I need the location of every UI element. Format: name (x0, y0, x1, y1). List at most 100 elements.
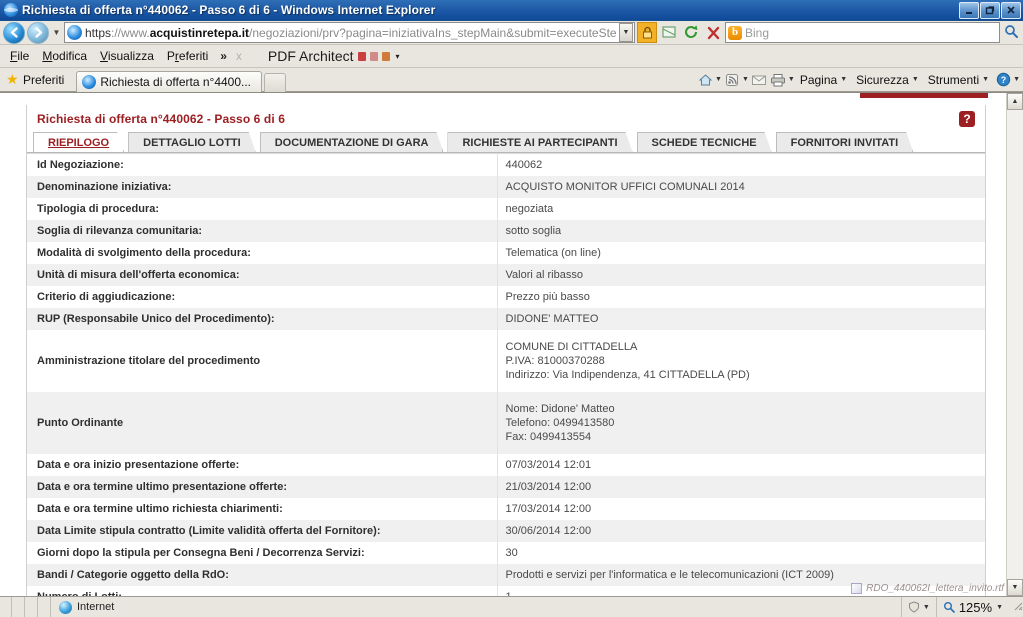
favorites-button[interactable]: ★ Preferiti (3, 72, 70, 88)
row-value-line: 30 (505, 547, 518, 559)
menu-item-file[interactable]: File (4, 47, 36, 66)
menu-visualizza-rest: isualizza (107, 48, 154, 63)
tab-favicon-icon (82, 74, 97, 89)
pagina-chevron-down-icon: ▼ (840, 76, 848, 83)
row-label: Soglia di rilevanza comunitaria: (27, 220, 498, 242)
pdf-architect-chevron-down-icon[interactable]: ▾ (396, 52, 400, 61)
search-placeholder: Bing (745, 25, 770, 40)
row-label: Amministrazione titolare del procediment… (27, 330, 498, 392)
row-label: Numero di Lotti: (27, 586, 498, 596)
row-value: 17/03/2014 12:00 (497, 498, 985, 520)
printer-chevron-down-icon[interactable]: ▼ (788, 76, 795, 83)
tab-richieste-ai-partecipanti[interactable]: RICHIESTE AI PARTECIPANTI (447, 132, 632, 152)
row-value-line: Indirizzo: Via Indipendenza, 41 CITTADEL… (505, 369, 750, 381)
page-help-icon[interactable]: ? (959, 111, 975, 127)
table-row: Data e ora termine ultimo presentazione … (27, 476, 985, 498)
download-notification[interactable]: RDO_440062I_lettera_invito.rtf (851, 583, 1004, 594)
recent-pages-chevron-down-icon[interactable]: ▼ (51, 23, 62, 43)
menu-item-visualizza[interactable]: Visualizza (94, 47, 161, 66)
browser-tab-label: Richiesta di offerta n°4400... (100, 74, 252, 89)
row-value: Prezzo più basso (497, 286, 985, 308)
help-chevron-down-icon[interactable]: ▼ (1013, 76, 1020, 83)
address-dropdown-chevron-down-icon[interactable]: ▼ (619, 23, 633, 42)
protected-mode-indicator[interactable]: ▼ (900, 597, 936, 617)
home-chevron-down-icon[interactable]: ▼ (715, 76, 722, 83)
help-icon[interactable]: ? (994, 72, 1012, 88)
menu-item-modifica[interactable]: Modifica (36, 47, 94, 66)
scrollbar-track[interactable] (1007, 110, 1023, 579)
tab-schede-tecniche[interactable]: SCHEDE TECNICHE (637, 132, 772, 152)
mail-icon[interactable] (750, 72, 768, 88)
row-label: Data e ora inizio presentazione offerte: (27, 454, 498, 476)
pdf-convert-icon[interactable] (357, 51, 366, 61)
refresh-icon[interactable] (681, 23, 701, 43)
page-content-container: Richiesta di offerta n°440062 - Passo 6 … (26, 105, 986, 596)
scroll-up-button[interactable]: ▲ (1007, 93, 1023, 110)
search-icon[interactable] (1002, 24, 1020, 41)
row-label: Giorni dopo la stipula per Consegna Beni… (27, 542, 498, 564)
pdf-create-icon[interactable] (369, 51, 378, 61)
tab-schede-tecniche-label: SCHEDE TECNICHE (651, 136, 757, 149)
menu-preferiti-rest: eferiti (178, 48, 209, 63)
resize-grip[interactable] (1009, 597, 1023, 617)
tab-documentazione-di-gara[interactable]: DOCUMENTAZIONE DI GARA (260, 132, 444, 152)
row-value-line: 30/06/2014 12:00 (505, 525, 592, 537)
url-path: /negoziazioni/prv?pagina=iniziativaIns_s… (249, 25, 616, 40)
menu-close-icon[interactable]: x (232, 49, 246, 63)
row-value-line: negoziata (505, 203, 554, 215)
page-favicon-icon (67, 25, 82, 40)
table-row: Bandi / Categorie oggetto della RdO: Prod… (27, 564, 985, 586)
row-label: Punto Ordinante (27, 392, 498, 454)
search-input[interactable]: b Bing (725, 22, 1000, 43)
rss-icon[interactable] (723, 72, 741, 88)
status-cell-1 (0, 597, 12, 617)
page-vertical-scrollbar[interactable]: ▲ ▼ (1006, 93, 1023, 596)
command-item-strumenti[interactable]: Strumenti ▼ (924, 72, 993, 88)
pdf-architect-toolbar[interactable]: PDF Architect ▾ (268, 48, 400, 64)
rtf-file-icon (851, 583, 863, 594)
new-tab-button[interactable] (264, 72, 287, 92)
status-cell-2 (12, 597, 25, 617)
menu-item-preferiti[interactable]: Preferiti (161, 47, 215, 66)
row-value: sotto soglia (497, 220, 985, 242)
stop-icon[interactable] (703, 23, 723, 43)
home-icon[interactable] (696, 72, 714, 88)
close-button[interactable] (1001, 1, 1021, 19)
security-zone[interactable]: Internet (51, 597, 901, 617)
command-item-sicurezza[interactable]: Sicurezza ▼ (852, 72, 923, 88)
table-row: Data Limite stipula contratto (Limite va… (27, 520, 985, 542)
zoom-control[interactable]: 125% ▼ (935, 597, 1009, 617)
back-button[interactable] (3, 21, 25, 44)
minimize-button[interactable] (959, 1, 979, 19)
web-page-content: Richiesta di offerta n°440062 - Passo 6 … (0, 93, 1006, 596)
row-label: Criterio di aggiudicazione: (27, 286, 498, 308)
shield-icon (908, 601, 919, 613)
row-value-line: Prodotti e servizi per l'informatica e l… (505, 569, 834, 581)
forward-button[interactable] (27, 21, 49, 44)
status-cell-3 (25, 597, 38, 617)
restore-button[interactable] (980, 1, 1000, 19)
pdf-edit-icon[interactable] (381, 51, 390, 61)
row-label: Data e ora termine ultimo presentazione … (27, 476, 498, 498)
command-item-pagina[interactable]: Pagina ▼ (796, 72, 851, 88)
row-label: Bandi / Categorie oggetto della RdO: (27, 564, 498, 586)
star-icon: ★ (6, 71, 19, 87)
summary-table-wrapper: Id Negoziazione: 440062 Denominazione iniz… (27, 153, 985, 596)
scroll-down-button[interactable]: ▼ (1007, 579, 1023, 596)
url-scheme: https (85, 25, 112, 40)
table-row: RUP (Responsabile Unico del Procedimento… (27, 308, 985, 330)
table-row: Amministrazione titolare del procediment… (27, 330, 985, 392)
rss-chevron-down-icon[interactable]: ▼ (742, 76, 749, 83)
browser-tab[interactable]: Richiesta di offerta n°4400... (76, 70, 263, 92)
tab-dettaglio-lotti[interactable]: DETTAGLIO LOTTI (128, 132, 256, 152)
menu-overflow-icon[interactable]: » (215, 49, 232, 63)
printer-icon[interactable] (769, 72, 787, 88)
compatibility-view-icon[interactable] (659, 23, 679, 43)
address-input[interactable]: https://www.acquistinretepa.it/negoziazi… (64, 22, 635, 43)
tab-riepilogo[interactable]: RIEPILOGO (33, 132, 124, 152)
row-label: Tipologia di procedura: (27, 198, 498, 220)
tab-fornitori-invitati[interactable]: FORNITORI INVITATI (776, 132, 914, 152)
tab-fornitori-invitati-label: FORNITORI INVITATI (790, 136, 899, 149)
panel-header: Richiesta di offerta n°440062 - Passo 6 … (27, 105, 985, 132)
row-label: Unità di misura dell'offerta economica: (27, 264, 498, 286)
